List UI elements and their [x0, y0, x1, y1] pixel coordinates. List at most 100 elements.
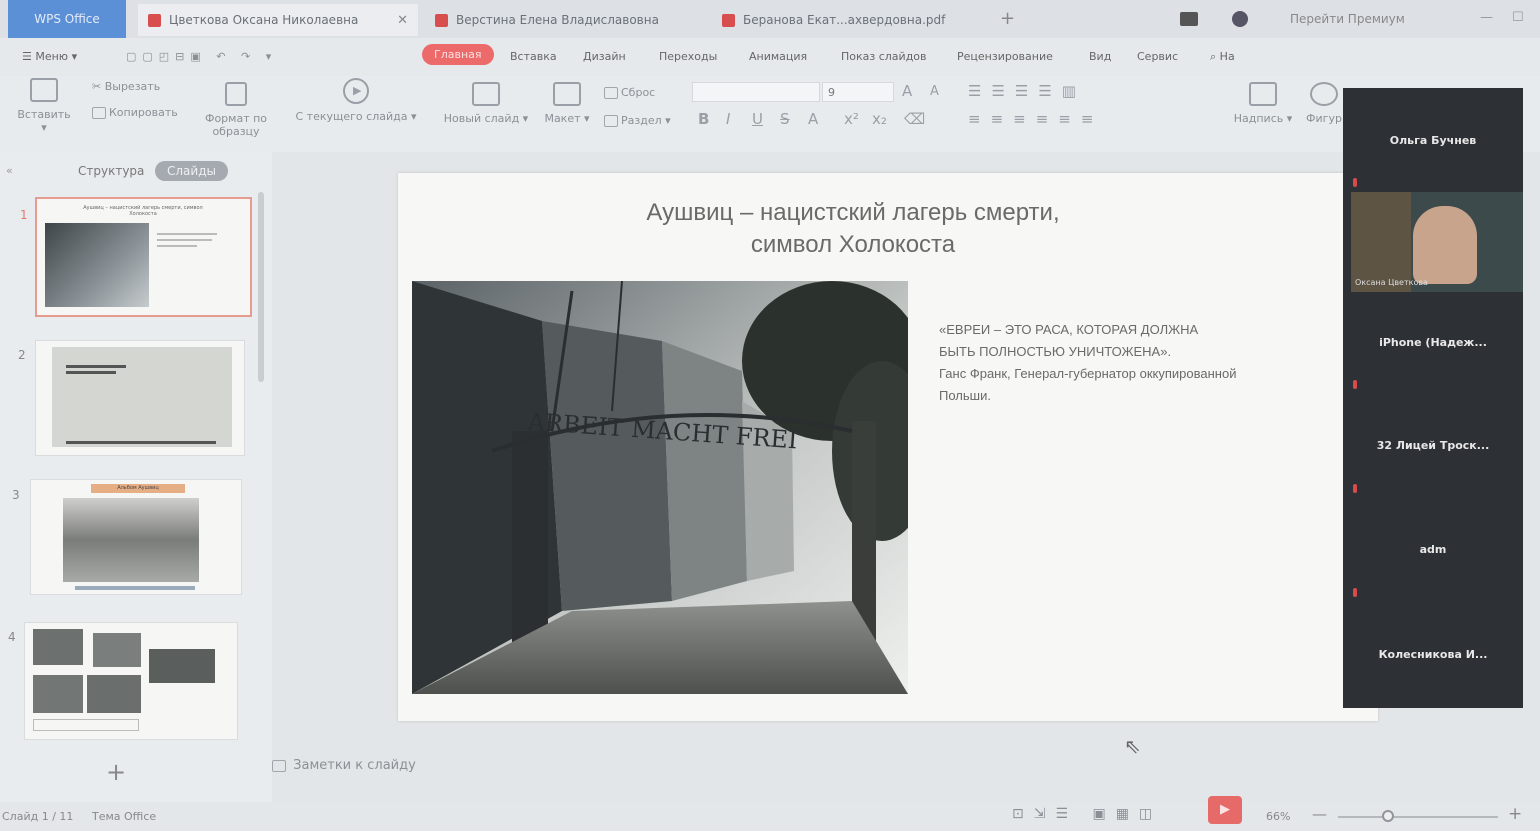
decrease-font-icon[interactable]: A [930, 84, 939, 99]
underline-icon[interactable]: U [752, 110, 763, 128]
play-icon: ▶ [343, 78, 369, 104]
tab-bar: WPS Office Цветкова Оксана Николаевна ✕ … [0, 0, 1540, 38]
avatar[interactable] [1232, 11, 1248, 27]
eraser-icon[interactable]: ⌫ [904, 110, 925, 128]
zoom-slider-track[interactable] [1338, 816, 1498, 818]
font-family-select[interactable] [692, 82, 820, 102]
thumbnail-photo [45, 223, 149, 307]
document-tab-2[interactable]: Верстина Елена Владиславовна [425, 4, 705, 36]
quick-access-icons[interactable]: ▢▢◰⊟▣ ↶ ↷ ▾ [126, 50, 277, 63]
zoom-slider-handle[interactable] [1382, 810, 1394, 822]
slide-title-line: символ Холокоста [750, 231, 956, 258]
font-color-icon[interactable]: A [808, 110, 818, 128]
thumbnail-text-line [157, 233, 217, 235]
align-icons[interactable]: ≡≡≡≡≡≡ [968, 110, 1103, 128]
muted-mic-icon [1353, 178, 1357, 187]
shapes-button[interactable]: Фигур [1304, 82, 1344, 125]
reset-button[interactable]: Сброс [604, 86, 655, 99]
add-slide-icon[interactable]: + [106, 758, 126, 786]
tab-review[interactable]: Рецензирование [957, 50, 1053, 63]
main-menu-label: Меню [35, 50, 69, 63]
participant-video[interactable]: Оксана Цветкова [1351, 192, 1523, 292]
muted-mic-icon [1353, 588, 1357, 597]
paste-button[interactable]: Вставить ▾ [14, 78, 74, 134]
slide-photo[interactable]: ARBEIT MACHT FREI [412, 281, 908, 694]
new-slide-icon [472, 82, 500, 106]
slide-thumbnail-3[interactable]: Альбом Аушвиц [30, 479, 242, 595]
premium-link[interactable]: Перейти Премиум [1290, 12, 1405, 26]
slide-number: 4 [8, 630, 16, 644]
textbox-icon [1249, 82, 1277, 106]
main-menu-button[interactable]: ☰ Меню ▾ [22, 50, 77, 63]
tab-structure[interactable]: Структура [78, 164, 144, 178]
slideshow-play-button[interactable]: ▶ [1208, 796, 1242, 824]
document-tab-1[interactable]: Цветкова Оксана Николаевна ✕ [138, 4, 418, 36]
increase-font-icon[interactable]: A [902, 82, 912, 100]
panel-scrollbar[interactable] [258, 192, 264, 382]
from-current-label: С текущего слайда [295, 110, 408, 123]
format-painter-label: Формат по образцу [204, 112, 268, 138]
slide-title-line: Аушвиц – нацистский лагерь смерти, [646, 199, 1060, 226]
participant-name: Ольга Бучнев [1389, 134, 1477, 147]
quote-line: Ганс Франк, Генерал-губернатор оккупиров… [939, 366, 1237, 381]
section-button[interactable]: Раздел ▾ [604, 114, 671, 127]
tab-transitions[interactable]: Переходы [659, 50, 717, 63]
play-icon: ▶ [1220, 802, 1230, 817]
reset-label: Сброс [621, 86, 656, 99]
thumbnail-text-line [157, 245, 197, 247]
reset-icon [604, 87, 618, 99]
minimize-icon[interactable]: — [1480, 10, 1493, 25]
superscript-icon[interactable]: x² [844, 110, 859, 128]
tab-view[interactable]: Вид [1089, 50, 1111, 63]
document-tab-3[interactable]: Беранова Екат...ахвердовна.pdf [712, 4, 982, 36]
list-icons[interactable]: ☰☰☰☰▥ [968, 82, 1086, 100]
slide-thumbnail-1[interactable]: Аушвиц – нацистский лагерь смерти, симво… [35, 197, 252, 317]
muted-mic-icon [1353, 380, 1357, 389]
close-icon[interactable]: ✕ [397, 13, 408, 28]
italic-icon[interactable]: I [726, 110, 730, 128]
zoom-level[interactable]: 66% [1266, 810, 1290, 823]
strikethrough-icon[interactable]: S [780, 110, 790, 128]
window-icon[interactable] [1180, 12, 1198, 26]
tab-home[interactable]: Главная [422, 44, 494, 65]
zoom-out-icon[interactable]: — [1312, 805, 1327, 823]
copy-label: Копировать [109, 106, 178, 119]
thumbnail-bar [66, 365, 126, 368]
slide-thumbnail-2[interactable] [35, 340, 245, 456]
slide-title[interactable]: Аушвиц – нацистский лагерь смерти, симво… [398, 197, 1308, 261]
slides-panel: « Структура Слайды 1 Аушвиц – нацистский… [0, 152, 272, 802]
cut-button[interactable]: ✂ Вырезать [92, 80, 160, 93]
layout-button[interactable]: Макет ▾ [540, 82, 594, 125]
thumbnail-bar [66, 441, 216, 444]
from-current-slide-button[interactable]: ▶ С текущего слайда ▾ [292, 78, 420, 123]
zoom-in-icon[interactable]: + [1508, 804, 1522, 824]
textbox-button[interactable]: Надпись ▾ [1232, 82, 1294, 125]
wps-office-tab[interactable]: WPS Office [8, 0, 126, 38]
copy-button[interactable]: Копировать [92, 106, 178, 119]
mouse-cursor-icon: ⇖ [1124, 734, 1141, 758]
slide-thumbnail-4[interactable] [24, 622, 238, 740]
tab-design[interactable]: Дизайн [583, 50, 626, 63]
bold-icon[interactable]: B [698, 110, 709, 128]
presentation-file-icon [148, 13, 161, 27]
tab-slideshow[interactable]: Показ слайдов [841, 50, 927, 63]
video-conference-panel: Ольга Бучнев Оксана Цветкова iPhone (Над… [1343, 88, 1523, 708]
tab-tools[interactable]: Сервис [1137, 50, 1178, 63]
new-slide-button[interactable]: Новый слайд ▾ [440, 82, 532, 125]
search-field[interactable]: ⌕ На [1210, 50, 1235, 64]
slide[interactable]: Аушвиц – нацистский лагерь смерти, симво… [398, 173, 1378, 721]
format-painter-button[interactable]: Формат по образцу [196, 82, 276, 138]
notes-field[interactable]: Заметки к слайду [272, 758, 416, 773]
collapse-panel-icon[interactable]: « [6, 164, 13, 177]
view-mode-icons[interactable]: ⊡⇲☰ ▣▦◫ [1012, 806, 1162, 822]
thumbnail-bar [66, 371, 116, 374]
font-size-select[interactable]: 9 [822, 82, 894, 102]
maximize-icon[interactable]: ☐ [1512, 10, 1524, 25]
tab-slides[interactable]: Слайды [155, 161, 228, 181]
tab-animation[interactable]: Анимация [749, 50, 807, 63]
theme-name: Тема Office [92, 810, 157, 823]
tab-insert[interactable]: Вставка [510, 50, 557, 63]
quote-text[interactable]: «ЕВРЕИ – ЭТО РАСА, КОТОРАЯ ДОЛЖНА БЫТЬ П… [939, 319, 1339, 407]
new-tab-icon[interactable]: + [1000, 8, 1015, 29]
subscript-icon[interactable]: x₂ [872, 110, 887, 128]
